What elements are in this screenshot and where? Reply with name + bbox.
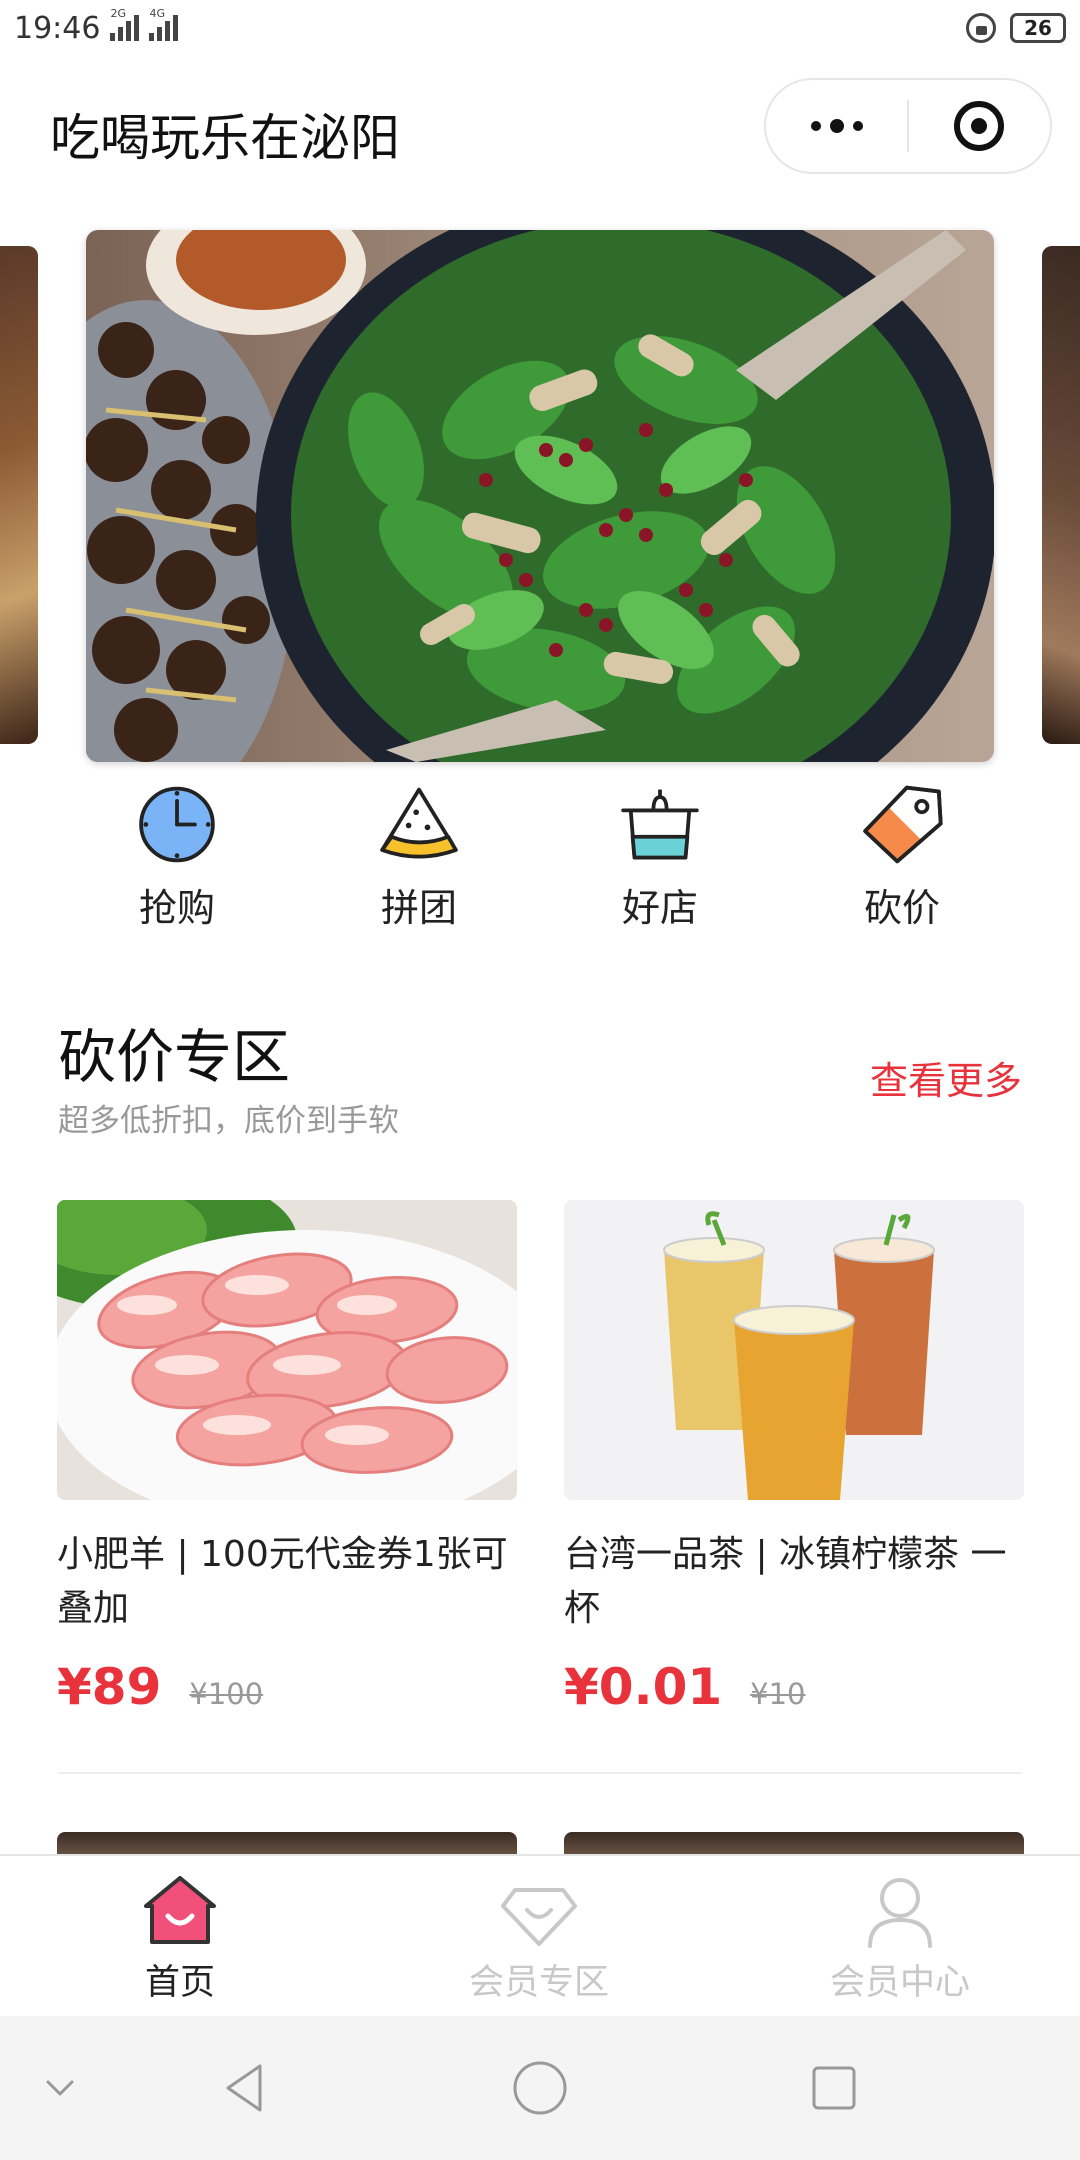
diamond-icon (501, 1888, 577, 1946)
product-prices: ¥89 ¥100 (57, 1658, 517, 1716)
chevron-down-icon (46, 2080, 74, 2096)
category-flash-sale[interactable]: 抢购 (97, 782, 257, 932)
sale-price: ¥0.01 (564, 1658, 723, 1716)
category-bargain[interactable]: 砍价 (822, 782, 982, 932)
mini-program-header: 吃喝玩乐在泌阳 (0, 56, 1080, 206)
banner-next-slide[interactable] (1042, 246, 1080, 744)
signal-2g-icon: 2G (110, 7, 140, 41)
collapse-nav-button[interactable] (28, 2056, 92, 2120)
home-button[interactable] (508, 2056, 572, 2120)
tab-label: 首页 (144, 1963, 215, 2003)
tab-label: 会员中心 (829, 1963, 970, 2003)
user-icon (868, 1878, 932, 1948)
next-product-image-peek[interactable] (564, 1832, 1024, 1856)
more-dots-icon (810, 119, 863, 133)
more-options-button[interactable] (766, 80, 907, 172)
recents-square-icon (812, 2066, 856, 2110)
pot-icon (621, 789, 699, 860)
tab-member-zone[interactable]: 会员专区 (429, 1870, 649, 2005)
system-nav-bar (0, 2016, 1080, 2160)
category-nav: 抢购 拼团 好店 砍价 (0, 782, 1080, 942)
category-good-shops[interactable]: 好店 (580, 782, 740, 932)
section-title: 砍价专区 (58, 1023, 291, 1091)
product-card[interactable]: 台湾一品茶 | 冰镇柠檬茶 一杯 ¥0.01 ¥10 (564, 1200, 1024, 1716)
status-left: 19:46 2G 4G (14, 7, 179, 46)
product-name: 小肥羊 | 100元代金券1张可叠加 (57, 1534, 508, 1629)
status-time: 19:46 (14, 10, 101, 46)
home-circle-icon (513, 2061, 567, 2115)
clock-icon (139, 786, 215, 863)
rotation-lock-icon (966, 13, 996, 43)
capsule-menu (764, 78, 1052, 174)
status-right: 26 (966, 13, 1066, 43)
original-price: ¥10 (750, 1677, 806, 1711)
target-close-icon (954, 101, 1005, 151)
product-prices: ¥0.01 ¥10 (564, 1658, 1024, 1716)
status-bar: 19:46 2G 4G 26 (0, 0, 1080, 56)
tab-home[interactable]: 首页 (70, 1870, 290, 2005)
product-card[interactable]: 小肥羊 | 100元代金券1张可叠加 ¥89 ¥100 (57, 1200, 517, 1716)
section-divider (58, 1772, 1022, 1774)
category-label: 抢购 (138, 886, 215, 930)
back-triangle-icon (226, 2064, 262, 2112)
salad-illustration (86, 230, 994, 762)
category-group-buy[interactable]: 拼团 (339, 782, 499, 932)
page-title: 吃喝玩乐在泌阳 (50, 109, 400, 167)
tab-label: 会员专区 (468, 1963, 609, 2003)
back-button[interactable] (214, 2056, 278, 2120)
cake-slice-icon (380, 787, 458, 859)
next-product-image-peek[interactable] (57, 1832, 517, 1856)
view-more-link[interactable]: 查看更多 (870, 1050, 1022, 1105)
category-label: 好店 (621, 886, 698, 930)
home-icon (144, 1876, 216, 1944)
original-price: ¥100 (189, 1677, 264, 1711)
product-image-lamb-rolls (57, 1200, 517, 1500)
product-image-lemon-tea (564, 1200, 1024, 1500)
recents-button[interactable] (802, 2056, 866, 2120)
close-mini-program-button[interactable] (909, 80, 1050, 172)
product-name: 台湾一品茶 | 冰镇柠檬茶 一杯 (564, 1534, 1007, 1629)
signal-4g-icon: 4G (149, 7, 179, 41)
battery-icon: 26 (1010, 13, 1066, 43)
banner-salad-image[interactable] (86, 230, 994, 762)
tab-member-center[interactable]: 会员中心 (790, 1870, 1010, 2005)
section-subtitle: 超多低折扣，底价到手软 (58, 1103, 399, 1139)
price-tag-icon (863, 785, 943, 864)
sale-price: ¥89 (57, 1658, 162, 1716)
category-label: 砍价 (863, 886, 940, 930)
banner-prev-slide[interactable] (0, 246, 38, 744)
category-label: 拼团 (380, 886, 457, 930)
tab-bar: 首页 会员专区 会员中心 (0, 1854, 1080, 2016)
